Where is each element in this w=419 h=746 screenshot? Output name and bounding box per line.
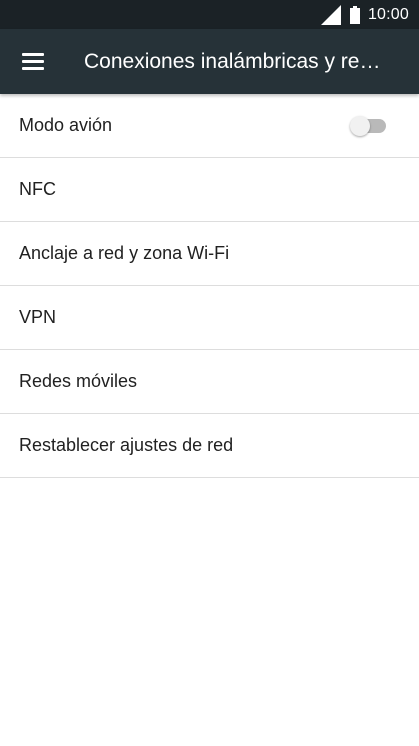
setting-tethering-hotspot[interactable]: Anclaje a red y zona Wi-Fi (0, 222, 419, 286)
setting-mobile-networks[interactable]: Redes móviles (0, 350, 419, 414)
setting-label: Redes móviles (19, 371, 138, 391)
setting-nfc[interactable]: NFC (0, 158, 419, 222)
app-bar: Conexiones inalámbricas y re… (0, 29, 419, 94)
setting-label: Modo avión (19, 115, 113, 135)
status-bar: 10:00 (0, 0, 419, 29)
settings-list: Modo avión NFC Anclaje a red y zona Wi-F… (0, 94, 419, 478)
setting-label: NFC (19, 179, 56, 199)
setting-label: Anclaje a red y zona Wi-Fi (19, 243, 230, 263)
airplane-mode-toggle[interactable] (350, 116, 388, 136)
setting-vpn[interactable]: VPN (0, 286, 419, 350)
setting-airplane-mode[interactable]: Modo avión (0, 94, 419, 158)
status-icons: 10:00 (320, 0, 409, 29)
page-title: Conexiones inalámbricas y re… (84, 50, 381, 73)
battery-icon (349, 5, 360, 24)
menu-icon[interactable] (22, 53, 44, 70)
signal-icon (320, 4, 341, 25)
setting-reset-network[interactable]: Restablecer ajustes de red (0, 414, 419, 478)
toggle-thumb (350, 116, 370, 136)
setting-label: VPN (19, 307, 57, 327)
status-time: 10:00 (367, 5, 409, 23)
setting-label: Restablecer ajustes de red (19, 435, 234, 455)
